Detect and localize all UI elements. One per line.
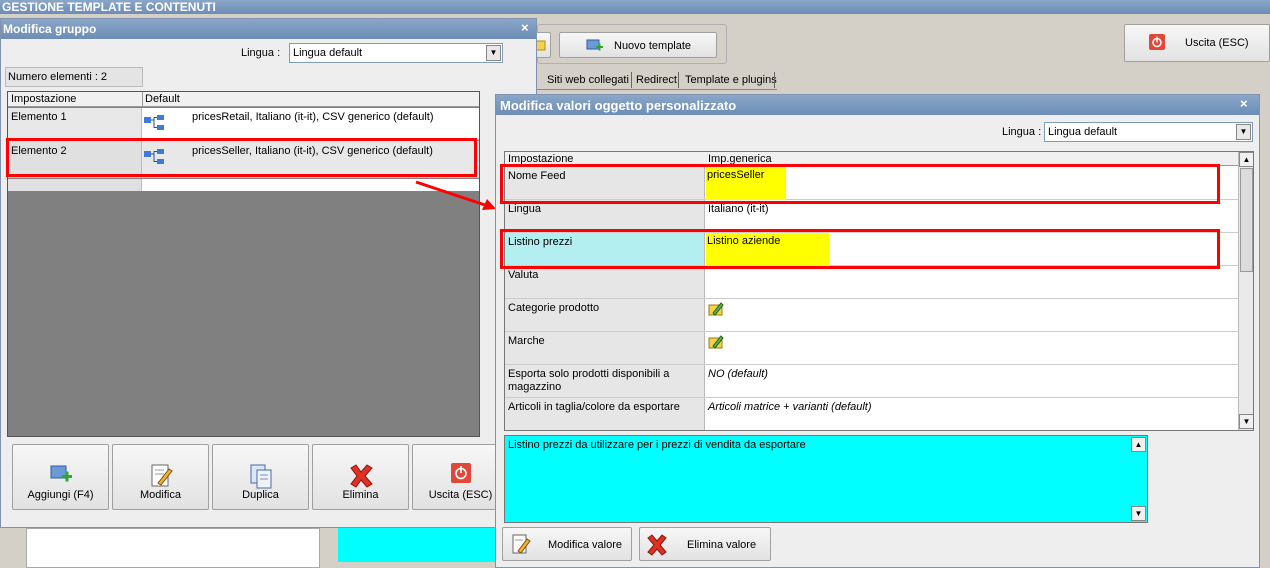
scroll-up-icon[interactable]: ▲ — [1131, 437, 1146, 452]
delete-x-icon — [348, 463, 374, 492]
table-row[interactable]: Elemento 1 pricesRetail, Italiano (it-it… — [8, 108, 479, 140]
delete-x-icon — [646, 534, 668, 559]
new-template-button[interactable]: Nuovo template — [559, 32, 717, 58]
table-row[interactable]: Categorie prodotto — [505, 299, 1238, 332]
table-row[interactable]: Valuta — [505, 266, 1238, 299]
custom-lang-value: Lingua default — [1048, 126, 1118, 138]
row-value: Articoli matrice + varianti (default) — [708, 401, 872, 413]
tab-siti-web[interactable]: Siti web collegati — [547, 74, 629, 86]
group-exit-label: Uscita (ESC) — [428, 489, 493, 501]
highlight-box-elemento-2 — [6, 138, 477, 177]
group-lang-value: Lingua default — [293, 47, 363, 59]
custom-lang-select[interactable]: Lingua default ▼ — [1044, 122, 1253, 142]
tab-divider — [678, 72, 679, 88]
row-value: NO (default) — [708, 368, 768, 380]
edit-button[interactable]: Modifica — [112, 444, 209, 510]
add-button-label: Aggiungi (F4) — [27, 489, 94, 501]
add-template-icon — [586, 38, 604, 57]
group-dialog: Modifica gruppo × Lingua : Lingua defaul… — [0, 18, 537, 528]
scroll-down-icon[interactable]: ▼ — [1131, 506, 1146, 521]
tab-divider — [631, 72, 632, 88]
row-setting: Elemento 1 — [11, 111, 67, 123]
scroll-up-icon[interactable]: ▲ — [1239, 152, 1253, 167]
close-icon[interactable]: × — [521, 20, 529, 35]
background-list — [26, 528, 320, 568]
edit-button-label: Modifica — [140, 489, 181, 501]
row-setting-cell — [8, 179, 142, 191]
description-box: Listino prezzi da utilizzare per i prezz… — [504, 435, 1148, 523]
row-setting: Articoli in taglia/colore da esportare — [508, 401, 680, 413]
new-template-label: Nuovo template — [614, 40, 692, 52]
highlight-arrow — [415, 180, 496, 210]
row-value: Italiano (it-it) — [708, 203, 769, 215]
duplicate-button[interactable]: Duplica — [212, 444, 309, 510]
scroll-down-icon[interactable]: ▼ — [1239, 414, 1253, 429]
power-icon — [1149, 34, 1165, 53]
app-exit-button[interactable]: Uscita (ESC) — [1124, 24, 1270, 62]
row-value: pricesRetail, Italiano (it-it), CSV gene… — [192, 111, 434, 123]
group-grid-header: Impostazione Default — [8, 92, 479, 107]
duplicate-button-label: Duplica — [242, 489, 279, 501]
chevron-down-icon[interactable]: ▼ — [486, 45, 501, 61]
edit-icon — [511, 534, 531, 559]
description-text: Listino prezzi da utilizzare per i prezz… — [508, 439, 806, 451]
group-lang-label: Lingua : — [241, 47, 281, 59]
edit-icon — [149, 463, 173, 492]
app-title: GESTIONE TEMPLATE E CONTENUTI — [2, 0, 216, 14]
power-icon — [450, 463, 471, 486]
highlight-box-listino-prezzi — [500, 229, 1220, 269]
hierarchy-icon — [143, 114, 165, 135]
row-setting: Valuta — [508, 269, 539, 281]
tab-divider — [774, 72, 775, 88]
row-setting: Marche — [508, 335, 545, 347]
element-count: Numero elementi : 2 — [5, 67, 143, 87]
tab-strip: Siti web collegati Redirect Template e p… — [537, 70, 777, 90]
table-row[interactable]: Articoli in taglia/colore da esportare Ar… — [505, 398, 1238, 430]
duplicate-icon — [248, 463, 274, 492]
vertical-scrollbar[interactable]: ▲ ▼ — [1238, 152, 1253, 430]
chevron-down-icon[interactable]: ▼ — [1236, 124, 1251, 140]
delete-value-button[interactable]: Elimina valore — [639, 527, 771, 561]
row-setting: Categorie prodotto — [508, 302, 600, 314]
group-dialog-title-bar: Modifica gruppo × — [1, 19, 536, 39]
delete-value-label: Elimina valore — [687, 539, 757, 551]
custom-dialog-title-bar: Modifica valori oggetto personalizzato × — [496, 95, 1259, 115]
app-exit-label: Uscita (ESC) — [1185, 37, 1249, 49]
folder-edit-icon[interactable] — [708, 334, 724, 353]
add-button[interactable]: Aggiungi (F4) — [12, 444, 109, 510]
row-setting: Lingua — [508, 203, 542, 215]
column-header-impostazione: Impostazione — [11, 93, 77, 105]
background-cyan-field — [338, 528, 496, 562]
table-row[interactable]: Esporta solo prodotti disponibili a maga… — [505, 365, 1238, 398]
table-row[interactable]: Marche — [505, 332, 1238, 365]
add-icon — [49, 463, 73, 488]
delete-button-label: Elimina — [342, 489, 379, 501]
column-divider — [142, 92, 143, 107]
folder-edit-icon[interactable] — [708, 301, 724, 320]
scroll-thumb[interactable] — [1240, 168, 1253, 272]
close-icon[interactable]: × — [1240, 96, 1248, 111]
edit-value-label: Modifica valore — [548, 539, 622, 551]
custom-dialog-title: Modifica valori oggetto personalizzato — [500, 98, 737, 113]
highlight-box-nome-feed — [500, 164, 1220, 204]
app-title-bar: GESTIONE TEMPLATE E CONTENUTI — [0, 0, 1270, 14]
custom-lang-label: Lingua : — [1002, 126, 1042, 138]
group-lang-select[interactable]: Lingua default ▼ — [289, 43, 503, 63]
column-header-default: Default — [145, 93, 180, 105]
delete-button[interactable]: Elimina — [312, 444, 409, 510]
row-setting: Esporta solo prodotti disponibili a maga… — [508, 368, 670, 393]
tab-template-plugins[interactable]: Template e plugins — [685, 74, 777, 86]
edit-value-button[interactable]: Modifica valore — [502, 527, 632, 561]
table-row-empty — [8, 179, 479, 191]
element-count-label: Numero elementi : 2 — [8, 71, 108, 83]
group-dialog-title: Modifica gruppo — [3, 22, 97, 36]
tab-redirect[interactable]: Redirect — [636, 74, 677, 86]
custom-object-dialog: Modifica valori oggetto personalizzato ×… — [495, 94, 1260, 568]
